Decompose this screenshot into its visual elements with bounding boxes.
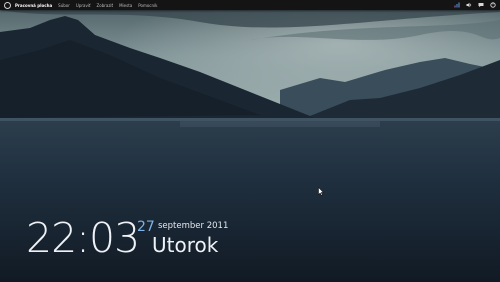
- settings-icon[interactable]: [490, 2, 496, 8]
- messaging-icon[interactable]: [478, 2, 484, 8]
- system-tray: [454, 0, 496, 10]
- app-menu: Pracovná plocha Súbor Upraviť Zobraziť M…: [15, 3, 163, 8]
- menu-item-file[interactable]: Súbor: [58, 3, 70, 8]
- menu-item-view[interactable]: Zobraziť: [97, 3, 114, 8]
- menu-item-places[interactable]: Miesta: [119, 3, 132, 8]
- top-panel: Pracovná plocha Súbor Upraviť Zobraziť M…: [0, 0, 500, 10]
- menu-item-edit[interactable]: Upraviť: [76, 3, 91, 8]
- menu-item-help[interactable]: Pomocník: [138, 3, 157, 8]
- clock-month-year: september 2011: [158, 221, 229, 231]
- menu-item-desktop[interactable]: Pracovná plocha: [15, 3, 52, 8]
- mouse-cursor-icon: [318, 187, 324, 196]
- clock-time: 22:03: [26, 214, 140, 262]
- network-icon[interactable]: [454, 2, 460, 8]
- volume-icon[interactable]: [466, 2, 472, 8]
- distro-logo-icon[interactable]: [4, 1, 11, 9]
- clock-day: 27: [137, 219, 155, 235]
- clock-weekday: Utorok: [152, 233, 219, 257]
